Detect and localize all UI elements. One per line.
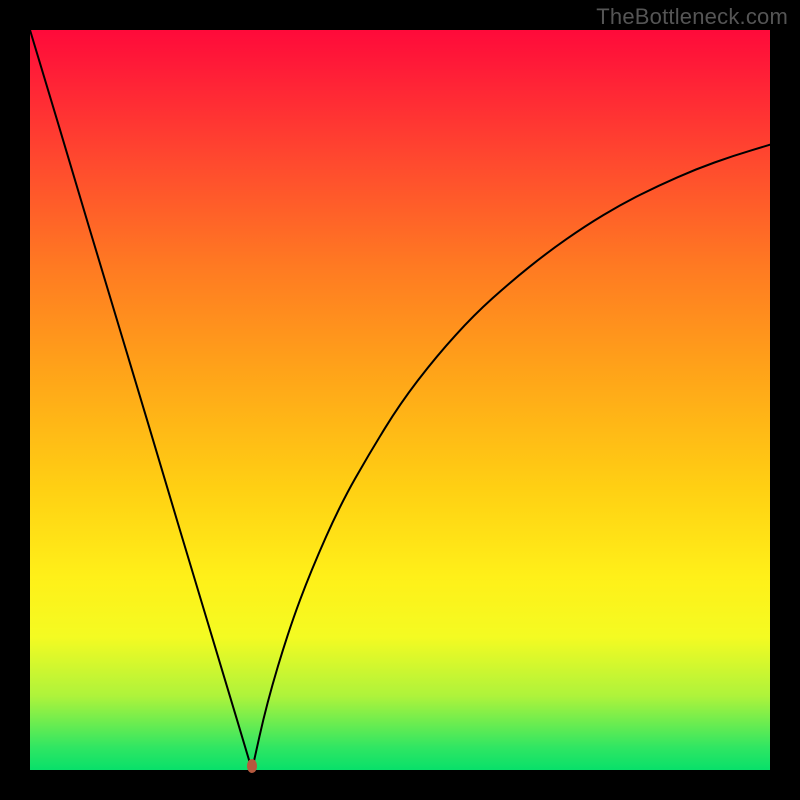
watermark-text: TheBottleneck.com [596, 4, 788, 30]
plot-area [30, 30, 770, 770]
curve-left-branch [30, 30, 252, 770]
minimum-marker [247, 759, 257, 773]
curve-right-branch [252, 145, 770, 770]
curve-svg [30, 30, 770, 770]
chart-container: TheBottleneck.com [0, 0, 800, 800]
